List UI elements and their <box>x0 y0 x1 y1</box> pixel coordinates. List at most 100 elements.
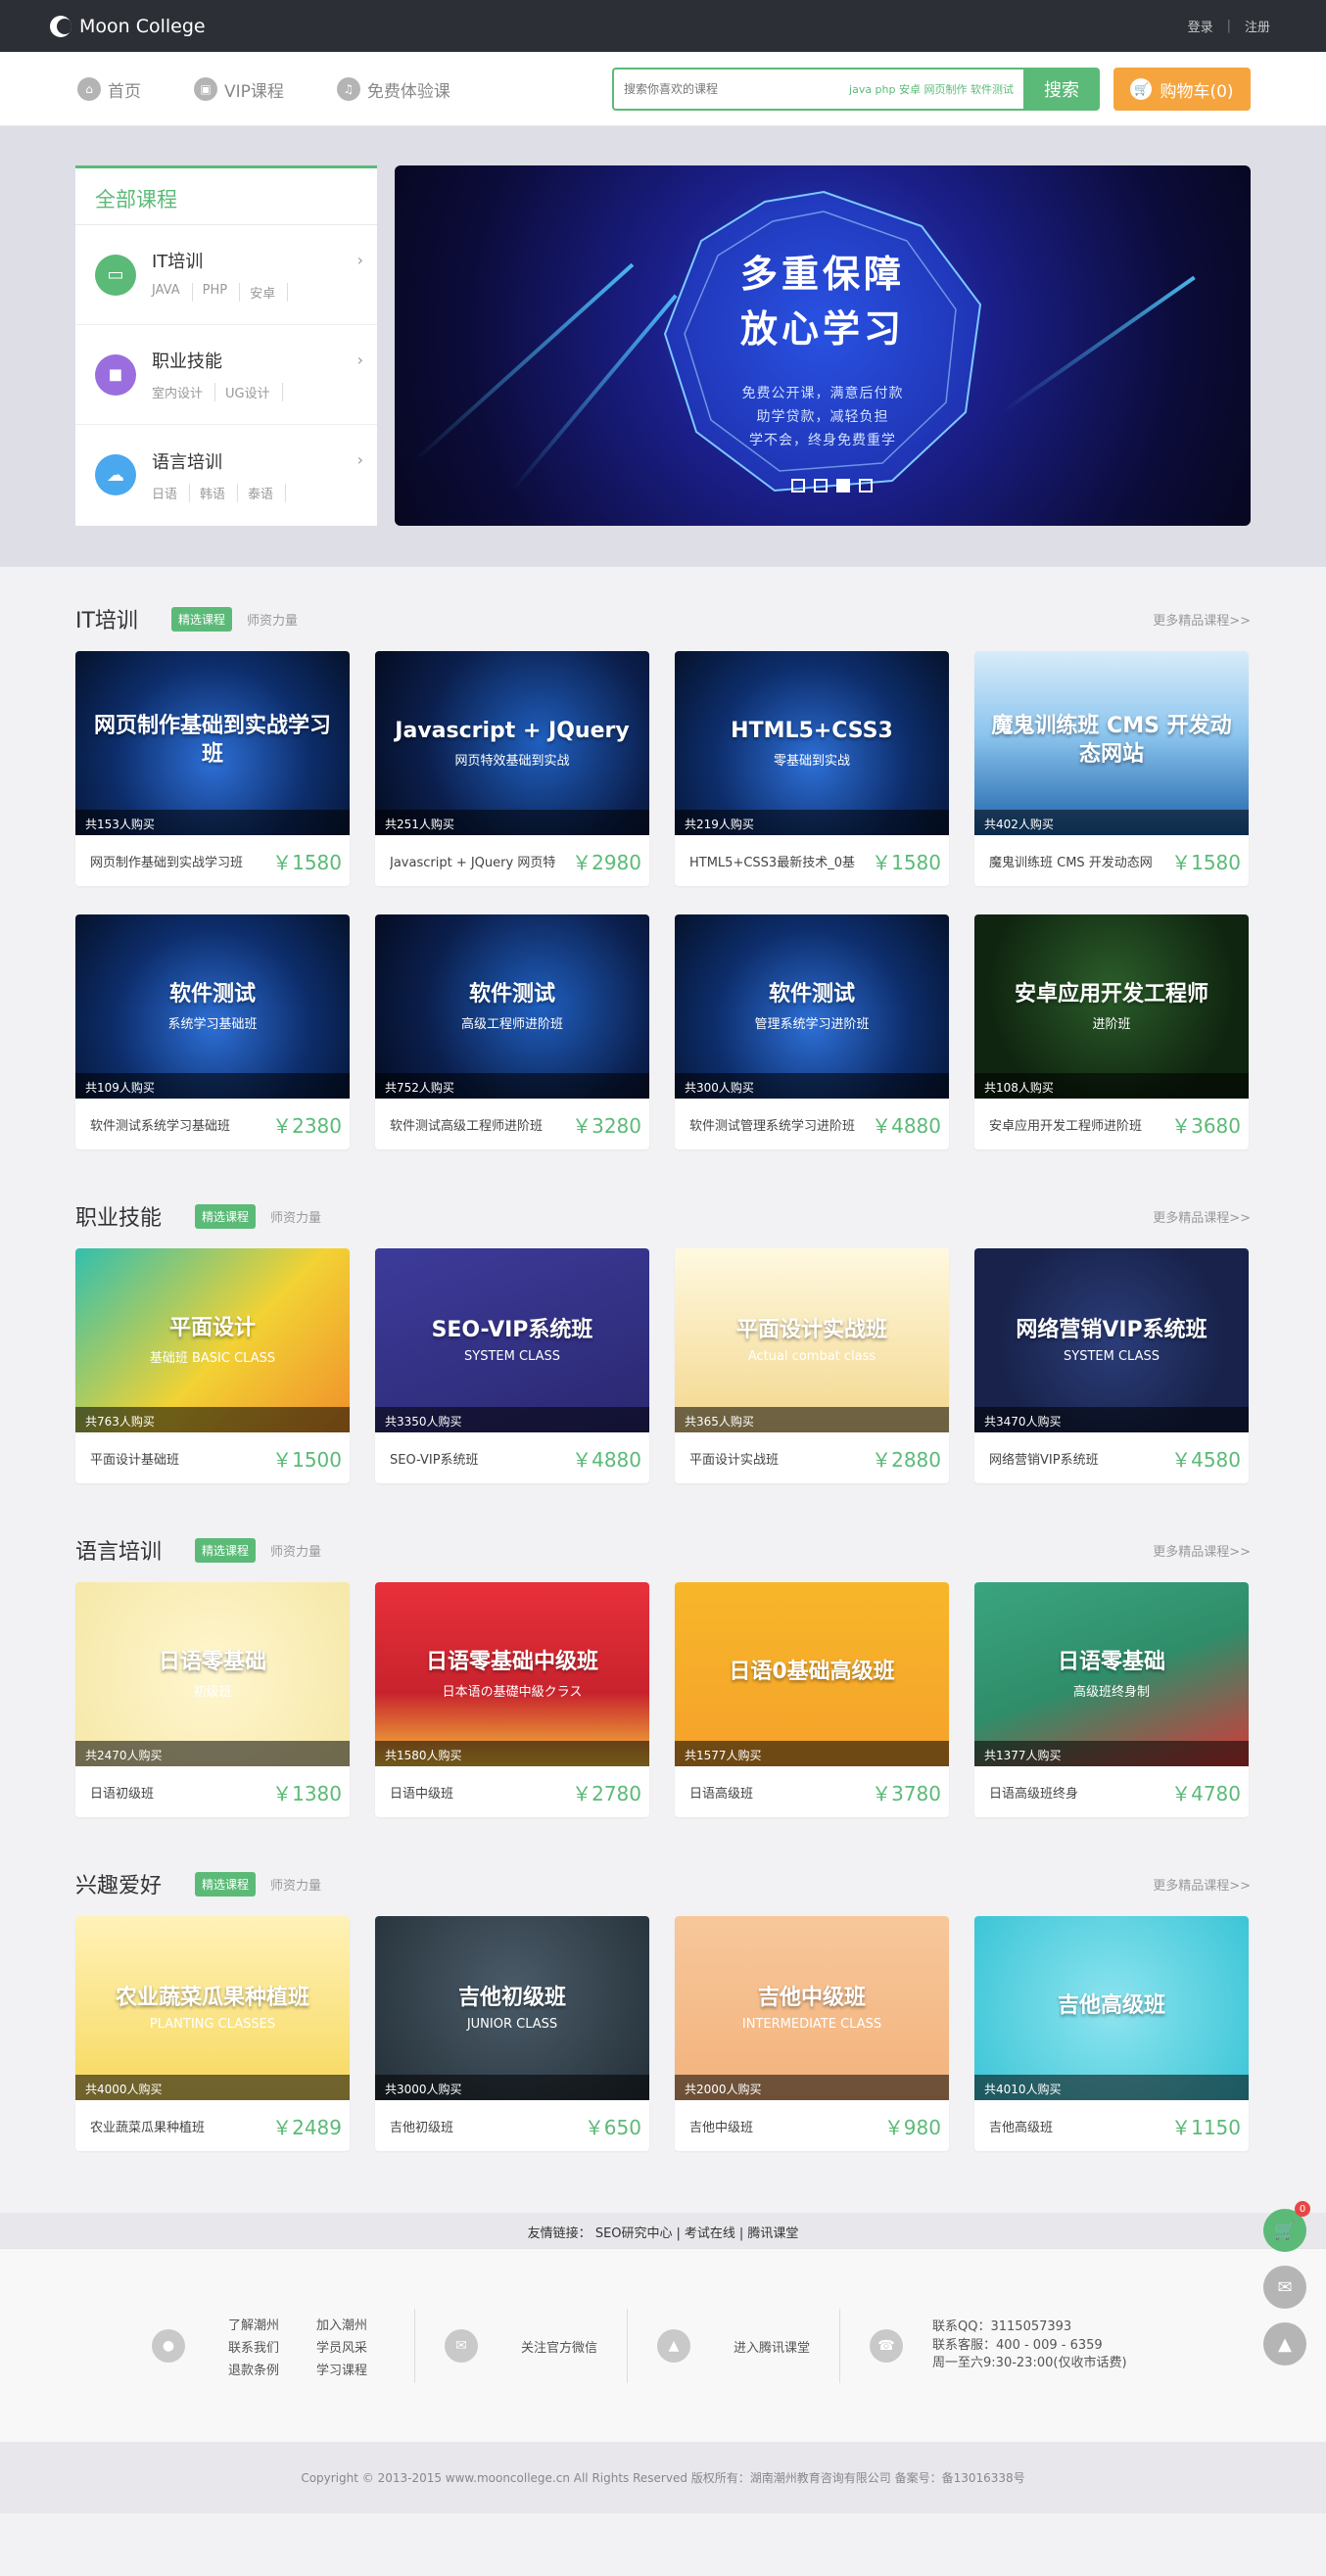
footer-link[interactable]: 联系我们 <box>228 2337 316 2356</box>
section-header: 职业技能 精选课程 师资力量 更多精品课程>> <box>75 1199 1251 1233</box>
carousel-dot[interactable] <box>814 479 828 492</box>
section-badge-featured[interactable]: 精选课程 <box>195 1203 257 1229</box>
search-hot-tags[interactable]: java php 安卓 网页制作 软件测试 <box>849 81 1014 97</box>
category-name: 职业技能 <box>152 351 222 372</box>
section-more-link[interactable]: 更多精品课程>> <box>1153 1541 1251 1560</box>
course-card[interactable]: 吉他高级班 共4010人购买 吉他高级班 ￥1150 <box>974 1916 1249 2151</box>
footer-link[interactable]: 学习课程 <box>316 2360 385 2378</box>
category-item-skills[interactable]: ◼ 职业技能 室内设计 UG设计 › <box>75 325 377 425</box>
course-price: ￥1380 <box>272 1781 342 1805</box>
floating-cart-button[interactable]: 🛒 0 <box>1263 2201 1310 2252</box>
section-more-link[interactable]: 更多精品课程>> <box>1153 1207 1251 1226</box>
footer-link[interactable]: 加入潮州 <box>316 2315 385 2333</box>
friend-link[interactable]: 腾讯课堂 <box>747 2226 798 2241</box>
course-name: 安卓应用开发工程师进阶班 <box>989 1118 1143 1134</box>
course-card[interactable]: 平面设计实战班 Actual combat class 共365人购买 平面设计… <box>675 1248 949 1483</box>
section-tab-teachers[interactable]: 师资力量 <box>270 1207 321 1226</box>
hero-banner[interactable]: 多重保障 放心学习 免费公开课，满意后付款 助学贷款，减轻负担 学不会，终身免费… <box>395 165 1251 526</box>
course-card-footer: 软件测试高级工程师进阶班 ￥3280 <box>375 1099 649 1149</box>
course-card[interactable]: 日语0基础高级班 共1577人购买 日语高级班 ￥3780 <box>675 1582 949 1817</box>
contact-qq: 联系QQ：3115057393 <box>932 2318 1072 2334</box>
course-name: 软件测试管理系统学习进阶班 <box>689 1118 856 1134</box>
section-tab-teachers[interactable]: 师资力量 <box>270 1541 321 1560</box>
nav-item-vip[interactable]: ▣ VIP课程 <box>194 77 284 102</box>
section-more-link[interactable]: 更多精品课程>> <box>1153 1875 1251 1894</box>
moon-logo-icon <box>50 15 71 37</box>
logo[interactable]: Moon College <box>50 15 206 37</box>
nav-item-free-trial[interactable]: ♫ 免费体验课 <box>336 77 450 102</box>
course-grid: 网页制作基础到实战学习班 共153人购买 网页制作基础到实战学习班 ￥1580 … <box>75 651 1251 1178</box>
course-card[interactable]: 软件测试 高级工程师进阶班 共752人购买 软件测试高级工程师进阶班 ￥3280 <box>375 914 649 1149</box>
course-card[interactable]: 软件测试 管理系统学习进阶班 共300人购买 软件测试管理系统学习进阶班 ￥48… <box>675 914 949 1149</box>
footer-tencent[interactable]: ▲ 进入腾讯课堂 <box>628 2309 841 2383</box>
course-card[interactable]: 日语零基础中级班 日本语の基礎中級クラス 共1580人购买 日语中级班 ￥278… <box>375 1582 649 1817</box>
course-price: ￥4880 <box>872 1113 941 1138</box>
course-price: ￥650 <box>584 2115 641 2139</box>
course-card[interactable]: 魔鬼训练班 CMS 开发动态网站 共402人购买 魔鬼训练班 CMS 开发动态网… <box>974 651 1249 886</box>
chevron-right-icon: › <box>356 351 363 369</box>
carousel-dot[interactable] <box>859 479 873 492</box>
course-card[interactable]: Javascript + JQuery 网页特效基础到实战 共251人购买 Ja… <box>375 651 649 886</box>
search-button[interactable]: 搜索 <box>1023 68 1100 111</box>
cart-label: 购物车(0) <box>1160 81 1234 102</box>
floating-wechat-button[interactable]: ✉ <box>1263 2266 1306 2309</box>
footer-wechat[interactable]: ✉ 关注官方微信 <box>415 2309 629 2383</box>
footer-about: ● 了解潮州 加入潮州 联系我们 学员风采 退款条例 学习课程 <box>75 2309 415 2383</box>
category-name: 语言培训 <box>152 451 222 473</box>
briefcase-icon: ◼ <box>95 353 136 396</box>
category-sub-link[interactable]: 泰语 <box>248 483 287 502</box>
course-card[interactable]: 日语零基础 高级班终身制 共1377人购买 日语高级班终身 ￥4780 <box>974 1582 1249 1817</box>
category-sub-link[interactable]: 室内设计 <box>152 383 216 401</box>
footer-link[interactable]: 了解潮州 <box>228 2315 316 2333</box>
course-name: Javascript + JQuery 网页特 <box>390 855 556 870</box>
course-card[interactable]: 农业蔬菜瓜果种植班 PLANTING CLASSES 共4000人购买 农业蔬菜… <box>75 1916 350 2151</box>
buyer-count: 共1377人购买 <box>974 1741 1249 1766</box>
category-sub-link[interactable]: UG设计 <box>225 383 283 401</box>
course-card[interactable]: 日语零基础 初级班 共2470人购买 日语初级班 ￥1380 <box>75 1582 350 1817</box>
course-card[interactable]: 软件测试 系统学习基础班 共109人购买 软件测试系统学习基础班 ￥2380 <box>75 914 350 1149</box>
category-item-it[interactable]: ▭ IT培训 JAVA PHP 安卓 › <box>75 225 377 325</box>
category-sub-link[interactable]: PHP <box>203 283 241 302</box>
course-name: 吉他初级班 <box>390 2120 454 2135</box>
course-card[interactable]: SEO-VIP系统班 SYSTEM CLASS 共3350人购买 SEO-VIP… <box>375 1248 649 1483</box>
section-badge-featured[interactable]: 精选课程 <box>195 1871 257 1897</box>
section-tab-teachers[interactable]: 师资力量 <box>270 1875 321 1894</box>
back-to-top-button[interactable]: ▲ <box>1263 2322 1306 2365</box>
course-card[interactable]: 吉他中级班 INTERMEDIATE CLASS 共2000人购买 吉他中级班 … <box>675 1916 949 2151</box>
friend-link[interactable]: SEO研究中心 <box>595 2226 673 2241</box>
nav-label: VIP课程 <box>224 81 284 102</box>
cart-button[interactable]: 🛒 购物车(0) <box>1113 68 1251 111</box>
course-thumbnail: 网络营销VIP系统班 SYSTEM CLASS 共3470人购买 <box>974 1248 1249 1432</box>
login-link[interactable]: 登录 <box>1188 17 1213 35</box>
search-input[interactable] <box>624 82 820 96</box>
carousel-dot[interactable] <box>791 479 805 492</box>
thumbnail-subtitle: 系统学习基础班 <box>167 1016 258 1032</box>
course-card[interactable]: 网页制作基础到实战学习班 共153人购买 网页制作基础到实战学习班 ￥1580 <box>75 651 350 886</box>
register-link[interactable]: 注册 <box>1245 17 1270 35</box>
category-sub-link[interactable]: JAVA <box>152 283 193 302</box>
section-tab-teachers[interactable]: 师资力量 <box>247 610 298 629</box>
section-more-link[interactable]: 更多精品课程>> <box>1153 610 1251 629</box>
course-card[interactable]: 吉他初级班 JUNIOR CLASS 共3000人购买 吉他初级班 ￥650 <box>375 1916 649 2151</box>
friend-link[interactable]: 考试在线 <box>685 2226 735 2241</box>
course-card[interactable]: 安卓应用开发工程师 进阶班 共108人购买 安卓应用开发工程师进阶班 ￥3680 <box>974 914 1249 1149</box>
course-card[interactable]: HTML5+CSS3 零基础到实战 共219人购买 HTML5+CSS3最新技术… <box>675 651 949 886</box>
category-sub-link[interactable]: 安卓 <box>250 283 289 302</box>
section-badge-featured[interactable]: 精选课程 <box>170 606 232 632</box>
footer-link[interactable]: 退款条例 <box>228 2360 316 2378</box>
course-name: 日语初级班 <box>90 1786 155 1802</box>
category-sub-link[interactable]: 日语 <box>152 483 191 502</box>
course-card-footer: 日语初级班 ￥1380 <box>75 1766 350 1817</box>
course-thumbnail: 平面设计实战班 Actual combat class 共365人购买 <box>675 1248 949 1432</box>
contact-phone: 联系客服：400 - 009 - 6359 <box>932 2337 1103 2353</box>
category-sub-link[interactable]: 韩语 <box>200 483 239 502</box>
course-card[interactable]: 平面设计 基础班 BASIC CLASS 共763人购买 平面设计基础班 ￥15… <box>75 1248 350 1483</box>
course-price: ￥1580 <box>1171 850 1241 874</box>
section-badge-featured[interactable]: 精选课程 <box>195 1537 257 1563</box>
footer-link[interactable]: 学员风采 <box>316 2337 385 2356</box>
carousel-dot-active[interactable] <box>836 479 850 492</box>
course-name: SEO-VIP系统班 <box>390 1452 479 1468</box>
nav-item-home[interactable]: ⌂ 首页 <box>77 77 141 102</box>
course-card[interactable]: 网络营销VIP系统班 SYSTEM CLASS 共3470人购买 网络营销VIP… <box>974 1248 1249 1483</box>
category-item-language[interactable]: ☁ 语言培训 日语 韩语 泰语 › <box>75 425 377 525</box>
